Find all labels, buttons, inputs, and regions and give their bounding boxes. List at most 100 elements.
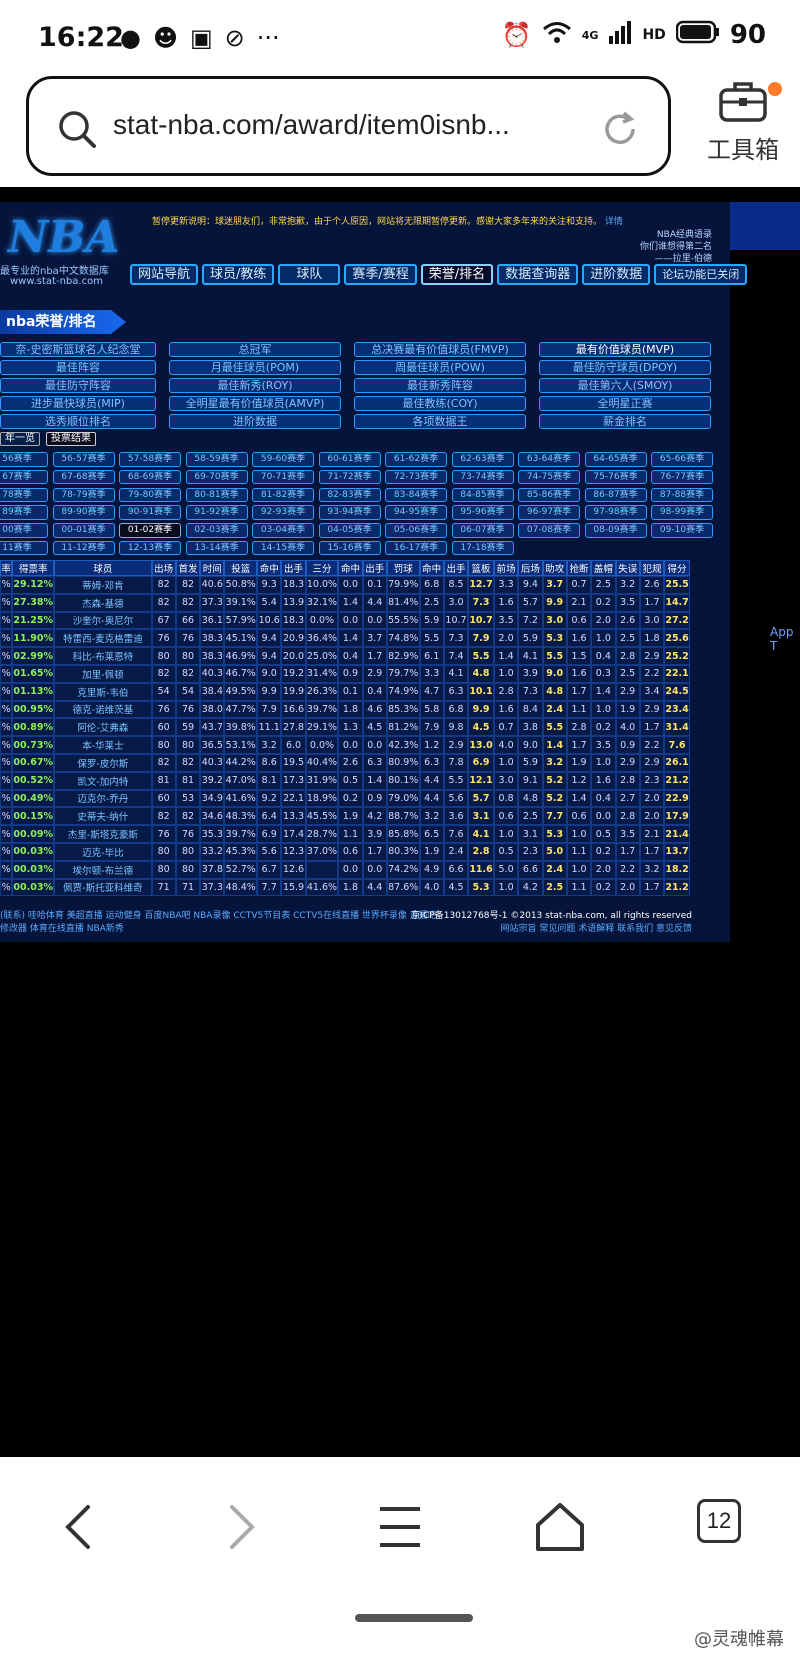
nav-advanced-stats[interactable]: 进阶数据 bbox=[582, 264, 651, 285]
nav-players-coaches[interactable]: 球员/教练 bbox=[202, 264, 275, 285]
column-header[interactable]: 命中 bbox=[338, 560, 363, 576]
season-link[interactable]: 89-90赛季 bbox=[52, 505, 115, 520]
home-indicator[interactable] bbox=[355, 1614, 473, 1622]
nav-seasons[interactable]: 赛季/赛程 bbox=[344, 264, 417, 285]
season-link[interactable]: 14-15赛季 bbox=[252, 540, 314, 556]
season-link[interactable]: 01-02赛季 bbox=[119, 523, 181, 538]
season-link[interactable]: 79-80赛季 bbox=[119, 487, 181, 503]
season-link[interactable]: 13-14赛季 bbox=[185, 540, 248, 556]
season-link[interactable]: 85-86赛季 bbox=[518, 487, 580, 503]
player-name-link[interactable]: 特雷西-麦克格雷迪 bbox=[54, 629, 152, 648]
column-header[interactable]: 得分 bbox=[664, 560, 690, 576]
award-link[interactable]: 周最佳球员(POW) bbox=[354, 360, 526, 375]
season-link[interactable]: 15-16赛季 bbox=[318, 540, 381, 556]
column-header[interactable]: 罚球 bbox=[386, 560, 420, 576]
season-link[interactable]: 71-72赛季 bbox=[318, 469, 381, 485]
season-link[interactable]: 90-91赛季 bbox=[119, 505, 181, 520]
season-link[interactable]: 94-95赛季 bbox=[385, 505, 447, 520]
nav-site-guide[interactable]: 网站导航 bbox=[130, 264, 199, 285]
season-link[interactable]: 75-76赛季 bbox=[584, 469, 647, 485]
column-header[interactable]: 命中 bbox=[257, 560, 282, 576]
player-name-link[interactable]: 克里斯-韦伯 bbox=[54, 682, 152, 701]
season-link[interactable]: 06-07赛季 bbox=[451, 523, 514, 538]
award-link[interactable]: 月最佳球员(POM) bbox=[169, 360, 341, 375]
column-header[interactable]: 抢断 bbox=[566, 560, 592, 576]
season-link[interactable]: 03-04赛季 bbox=[252, 523, 314, 538]
player-name-link[interactable]: 沙奎尔-奥尼尔 bbox=[54, 611, 152, 630]
column-header[interactable]: 率 bbox=[0, 560, 13, 576]
award-link[interactable]: 最佳阵容 bbox=[0, 360, 156, 375]
column-header[interactable]: 盖帽 bbox=[591, 560, 616, 576]
season-link[interactable]: 00-01赛季 bbox=[52, 523, 115, 538]
player-name-link[interactable]: 迈克-毕比 bbox=[54, 842, 152, 861]
season-link[interactable]: 93-94赛季 bbox=[318, 505, 381, 520]
column-header[interactable]: 时间 bbox=[200, 560, 225, 576]
season-link[interactable]: 56赛季 bbox=[0, 452, 48, 467]
column-header[interactable]: 前场 bbox=[493, 560, 519, 576]
award-link[interactable]: 最佳新秀(ROY) bbox=[169, 378, 341, 393]
season-link[interactable]: 89赛季 bbox=[0, 505, 48, 520]
season-link[interactable]: 61-62赛季 bbox=[385, 452, 447, 467]
season-link[interactable]: 59-60赛季 bbox=[252, 452, 314, 467]
award-link[interactable]: 各项数据王 bbox=[354, 414, 526, 429]
season-link[interactable]: 11-12赛季 bbox=[52, 540, 115, 556]
season-link[interactable]: 97-98赛季 bbox=[584, 505, 647, 520]
column-header[interactable]: 命中 bbox=[419, 560, 444, 576]
award-link[interactable]: 进阶数据 bbox=[169, 414, 341, 429]
footer-links-line-2[interactable]: 修改器 体育在线直播 NBA新秀 bbox=[0, 923, 437, 936]
season-link[interactable]: 63-64赛季 bbox=[518, 452, 580, 467]
season-link[interactable]: 62-63赛季 bbox=[451, 452, 514, 467]
column-header[interactable]: 出手 bbox=[362, 560, 387, 576]
nav-awards[interactable]: 荣誉/排名 bbox=[420, 264, 494, 285]
season-link[interactable]: 02-03赛季 bbox=[185, 523, 248, 538]
toolbox-button[interactable]: 工具箱 bbox=[698, 80, 788, 175]
award-link[interactable]: 总冠军 bbox=[169, 342, 341, 357]
season-link[interactable]: 67-68赛季 bbox=[52, 469, 115, 485]
season-link[interactable]: 60-61赛季 bbox=[318, 452, 381, 467]
season-link[interactable]: 56-57赛季 bbox=[52, 452, 115, 467]
home-icon[interactable] bbox=[530, 1497, 590, 1557]
season-link[interactable]: 04-05赛季 bbox=[318, 523, 381, 538]
season-link[interactable]: 67赛季 bbox=[0, 469, 48, 485]
season-link[interactable]: 92-93赛季 bbox=[252, 505, 314, 520]
player-name-link[interactable]: 杰里-斯塔克豪斯 bbox=[54, 825, 152, 843]
award-link[interactable]: 选秀顺位排名 bbox=[0, 414, 156, 429]
season-link[interactable]: 69-70赛季 bbox=[185, 469, 248, 485]
voting-results-button[interactable]: 投票结果 bbox=[46, 432, 96, 446]
season-link[interactable]: 78-79赛季 bbox=[52, 487, 115, 503]
column-header[interactable]: 助攻 bbox=[542, 560, 567, 576]
column-header[interactable]: 首发 bbox=[175, 560, 201, 576]
season-link[interactable]: 98-99赛季 bbox=[651, 505, 713, 520]
footer-links-line-1[interactable]: (联系) 哇哈体育 美超直播 运动健身 百度NBA吧 NBA录像 CCTV5节目… bbox=[0, 910, 437, 923]
column-header[interactable]: 投篮 bbox=[224, 560, 258, 576]
nav-data-query[interactable]: 数据查询器 bbox=[497, 264, 579, 285]
yearly-overview-button[interactable]: 年一览 bbox=[0, 432, 40, 446]
player-name-link[interactable]: 本-华莱士 bbox=[54, 736, 152, 754]
award-link[interactable]: 最佳防守阵容 bbox=[0, 378, 156, 393]
column-header[interactable]: 出手 bbox=[281, 560, 306, 576]
player-name-link[interactable]: 史蒂夫-纳什 bbox=[54, 807, 152, 826]
season-link[interactable]: 70-71赛季 bbox=[252, 469, 314, 485]
season-link[interactable]: 11赛季 bbox=[0, 540, 48, 556]
player-name-link[interactable]: 科比-布莱恩特 bbox=[54, 647, 152, 665]
forward-icon[interactable] bbox=[210, 1497, 270, 1557]
season-link[interactable]: 09-10赛季 bbox=[651, 523, 713, 538]
player-name-link[interactable]: 杰森-基德 bbox=[54, 593, 152, 612]
player-name-link[interactable]: 蒂姆-邓肯 bbox=[54, 576, 152, 594]
tabs-count-button[interactable]: 12 bbox=[697, 1499, 741, 1543]
award-link[interactable]: 奈-史密斯篮球名人纪念堂 bbox=[0, 342, 156, 357]
season-link[interactable]: 95-96赛季 bbox=[451, 505, 514, 520]
menu-icon[interactable] bbox=[370, 1497, 430, 1557]
footer-info-links[interactable]: 网站宗旨 常见问题 术语解释 联系我们 意见反馈 bbox=[411, 923, 692, 936]
url-text[interactable]: stat-nba.com/award/item0isnb... bbox=[113, 109, 583, 141]
player-name-link[interactable]: 佩贾-斯托亚科维奇 bbox=[54, 878, 152, 897]
season-link[interactable]: 80-81赛季 bbox=[185, 487, 248, 503]
season-link[interactable]: 87-88赛季 bbox=[651, 487, 713, 503]
column-header[interactable]: 后场 bbox=[518, 560, 543, 576]
column-header[interactable]: 犯规 bbox=[639, 560, 665, 576]
award-link[interactable]: 进步最快球员(MIP) bbox=[0, 396, 156, 411]
season-link[interactable]: 81-82赛季 bbox=[252, 487, 314, 503]
award-link[interactable]: 最佳第六人(SMOY) bbox=[539, 378, 711, 393]
season-link[interactable]: 17-18赛季 bbox=[451, 540, 514, 556]
player-name-link[interactable]: 加里-佩顿 bbox=[54, 664, 152, 683]
